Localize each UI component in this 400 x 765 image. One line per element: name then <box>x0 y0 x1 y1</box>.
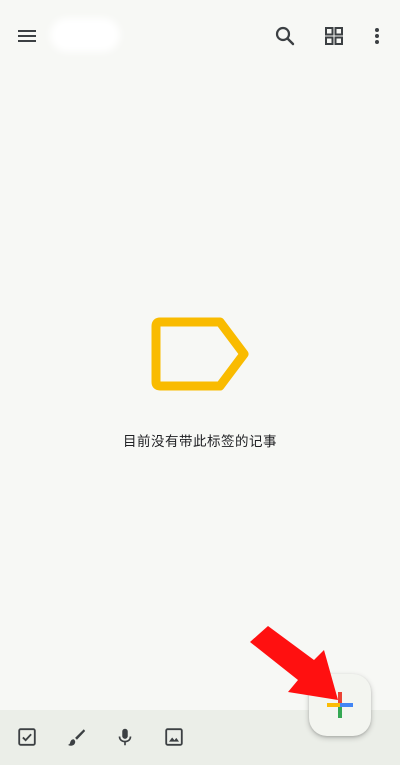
menu-icon <box>18 30 36 42</box>
brush-icon <box>67 729 86 746</box>
grid-view-button[interactable] <box>318 20 350 52</box>
grid-view-icon <box>325 27 343 45</box>
menu-button[interactable] <box>11 20 43 52</box>
new-audio-note-button[interactable] <box>111 723 139 751</box>
new-list-button[interactable] <box>13 723 41 751</box>
more-vert-icon <box>375 28 379 44</box>
search-button[interactable] <box>269 20 301 52</box>
checkbox-icon <box>18 728 36 746</box>
screen: 目前没有带此标签的记事 <box>0 0 400 765</box>
empty-state-message: 目前没有带此标签的记事 <box>123 434 277 450</box>
new-image-note-button[interactable] <box>160 723 188 751</box>
label-outline-icon <box>151 317 249 391</box>
new-drawing-button[interactable] <box>62 723 90 751</box>
red-arrow-icon <box>250 626 338 700</box>
search-icon <box>275 26 295 46</box>
image-icon <box>165 728 183 746</box>
more-options-button[interactable] <box>361 20 393 52</box>
page-title <box>56 24 114 46</box>
mic-icon <box>118 728 132 746</box>
top-app-bar <box>0 0 400 72</box>
